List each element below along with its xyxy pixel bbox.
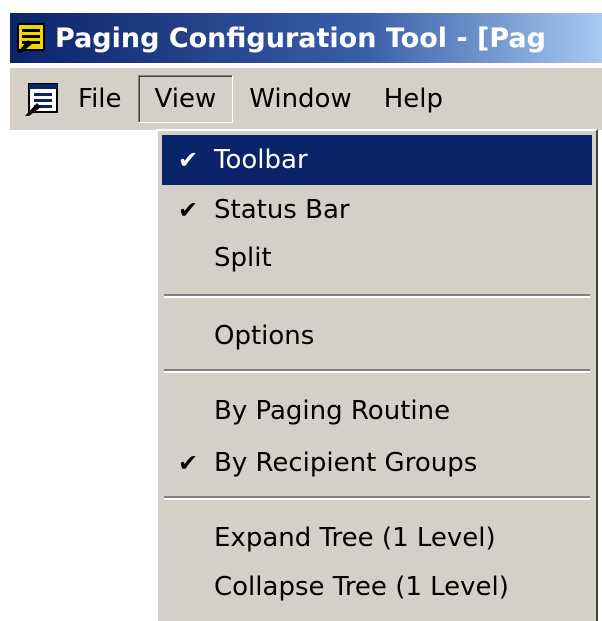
check-icon: ✔ [177,146,199,174]
menu-separator [164,369,590,373]
menu-item-label: Collapse Tree (1 Level) [214,572,509,602]
check-icon: ✔ [177,449,199,477]
menu-help[interactable]: Help [368,75,459,123]
title-bar[interactable]: Paging Configuration Tool - [Pag [10,13,602,63]
menu-item-options[interactable]: Options [162,311,592,361]
menu-separator [164,496,590,500]
app-icon[interactable] [15,21,49,55]
menu-bar: File View Window Help [10,67,602,130]
menu-item-split[interactable]: Split [162,233,592,283]
menu-item-label: Options [214,321,315,351]
menu-item-label: Split [214,243,272,273]
menu-item-label: Expand Tree (1 Level) [214,523,496,553]
menu-item-toolbar[interactable]: ✔ Toolbar [162,135,592,185]
check-icon: ✔ [177,196,199,224]
menu-item-label: By Paging Routine [214,396,451,426]
menu-item-label: By Recipient Groups [214,448,478,478]
view-dropdown-menu: ✔ Toolbar ✔ Status Bar Split Options By … [156,129,598,621]
menu-file[interactable]: File [62,75,138,123]
menu-separator [164,294,590,298]
menu-item-collapse-tree[interactable]: Collapse Tree (1 Level) [162,562,592,612]
document-icon[interactable] [22,79,62,119]
menu-view[interactable]: View [137,75,234,123]
menu-item-by-paging-routine[interactable]: By Paging Routine [162,386,592,436]
window-title: Paging Configuration Tool - [Pag [55,22,546,54]
menu-item-label: Toolbar [214,145,308,175]
menu-item-status-bar[interactable]: ✔ Status Bar [162,185,592,235]
menu-item-by-recipient-groups[interactable]: ✔ By Recipient Groups [162,438,592,488]
menu-item-expand-tree[interactable]: Expand Tree (1 Level) [162,513,592,563]
menu-item-label: Status Bar [214,195,350,225]
menu-window[interactable]: Window [233,75,368,123]
